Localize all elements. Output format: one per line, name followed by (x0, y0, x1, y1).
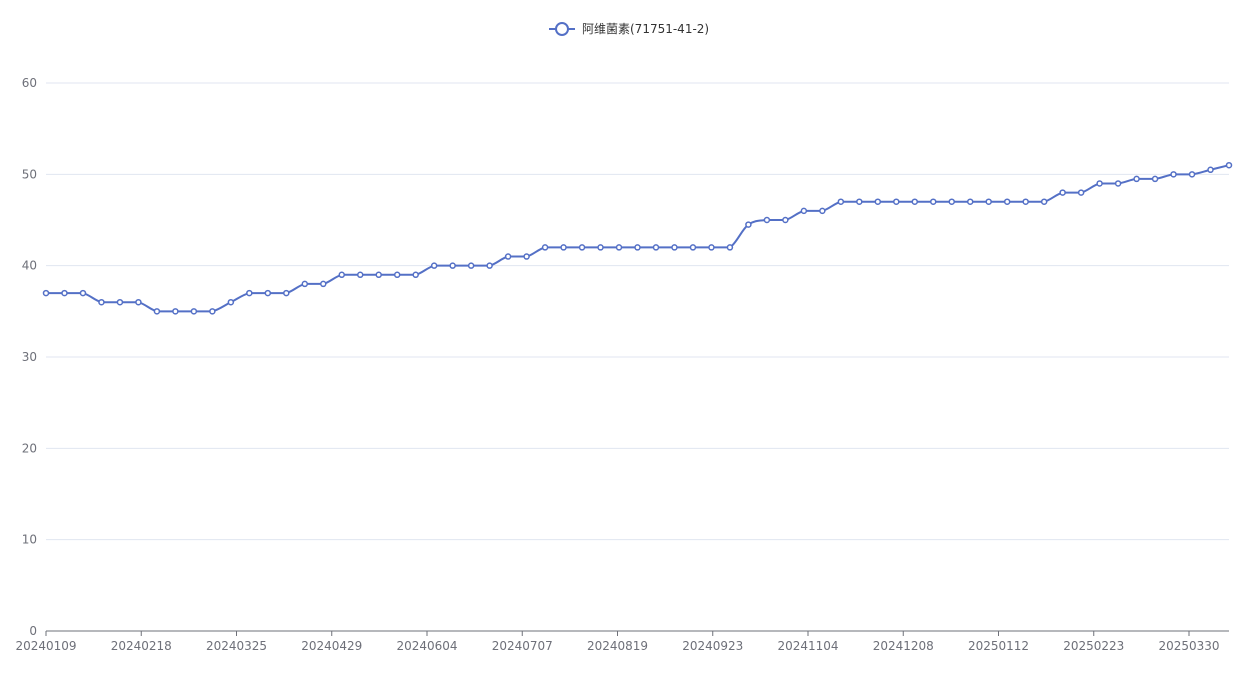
y-tick-label: 30 (22, 350, 37, 364)
y-tick-label: 60 (22, 76, 37, 90)
data-point[interactable] (819, 207, 826, 215)
y-axis: 0 10 20 30 40 50 60 (22, 76, 37, 638)
data-point[interactable] (430, 262, 438, 269)
y-tick-label: 0 (29, 624, 37, 638)
data-point[interactable] (1170, 171, 1177, 178)
x-tick-label: 20250223 (1063, 639, 1124, 653)
data-point[interactable] (246, 289, 253, 297)
data-point[interactable] (264, 289, 272, 297)
x-tick-label: 20240429 (301, 639, 362, 653)
data-point[interactable] (1151, 175, 1159, 183)
data-point[interactable] (874, 198, 882, 205)
x-tick-label: 20240923 (682, 639, 743, 653)
y-tick-label: 40 (22, 259, 37, 273)
data-point[interactable] (1077, 189, 1085, 196)
data-point[interactable] (393, 271, 401, 279)
data-point[interactable] (856, 198, 863, 205)
data-point[interactable] (116, 298, 124, 306)
legend-circle-icon (555, 22, 569, 36)
data-point[interactable] (153, 308, 161, 315)
data-point[interactable] (1225, 161, 1233, 169)
data-point[interactable] (911, 198, 919, 205)
data-point[interactable] (745, 221, 752, 228)
data-point[interactable] (837, 198, 845, 205)
data-point[interactable] (689, 244, 697, 251)
data-point[interactable] (1188, 171, 1196, 178)
data-point[interactable] (893, 198, 900, 205)
data-point[interactable] (763, 216, 771, 224)
data-point[interactable] (1040, 198, 1048, 205)
data-point[interactable] (634, 244, 641, 251)
data-point[interactable] (504, 253, 512, 260)
line-chart: 阿维菌素(71751-41-2) 0102030405060 20240109 2… (15, 22, 1233, 653)
data-point[interactable] (966, 198, 974, 205)
data-point[interactable] (283, 289, 290, 297)
data-point[interactable] (578, 244, 586, 251)
data-point[interactable] (467, 262, 475, 269)
series-group (42, 161, 1233, 315)
x-tick-label: 20240707 (492, 639, 553, 653)
data-point[interactable] (412, 271, 419, 279)
data-point[interactable] (135, 298, 142, 306)
data-point[interactable] (301, 280, 309, 288)
data-point[interactable] (449, 262, 456, 269)
series-line (46, 164, 1230, 313)
y-tick-label: 50 (22, 167, 37, 181)
data-point[interactable] (597, 244, 604, 251)
data-point[interactable] (782, 216, 789, 224)
x-axis: 20240109 20240218 20240325 20240429 20240604… (15, 630, 1229, 653)
data-point[interactable] (1133, 175, 1140, 183)
data-point[interactable] (1114, 180, 1122, 187)
data-point[interactable] (172, 308, 179, 315)
data-point[interactable] (98, 298, 105, 306)
data-point[interactable] (1059, 189, 1066, 196)
data-point[interactable] (1022, 198, 1029, 205)
x-tick-label: 20240218 (111, 639, 172, 653)
data-point[interactable] (42, 289, 50, 297)
x-tick-label: 20240604 (396, 639, 457, 653)
data-point[interactable] (375, 271, 382, 279)
data-point[interactable] (948, 198, 955, 205)
x-tick-label: 20241208 (873, 639, 934, 653)
data-point[interactable] (671, 244, 678, 251)
data-point[interactable] (79, 289, 87, 297)
x-tick-label: 20240819 (587, 639, 648, 653)
data-point[interactable] (1207, 166, 1214, 174)
data-point[interactable] (190, 308, 198, 315)
data-point[interactable] (615, 244, 623, 251)
gridlines (46, 82, 1229, 541)
data-point[interactable] (652, 244, 660, 251)
data-point[interactable] (560, 244, 567, 251)
data-point[interactable] (541, 244, 549, 251)
x-tick-label: 20250330 (1158, 639, 1219, 653)
x-tick-label: 20250112 (968, 639, 1029, 653)
x-tick-label: 20240109 (15, 639, 76, 653)
data-point[interactable] (726, 244, 734, 251)
data-point[interactable] (61, 289, 68, 297)
x-tick-label: 20240325 (206, 639, 267, 653)
data-point[interactable] (1096, 180, 1103, 187)
chart-container: 阿维菌素(71751-41-2) 0 10 20 30 40 50 60 20240109 2… (0, 0, 1252, 674)
data-point[interactable] (209, 308, 216, 315)
data-point[interactable] (356, 271, 364, 279)
legend[interactable]: 阿维菌素(71751-41-2) (549, 22, 709, 36)
data-point[interactable] (708, 244, 715, 251)
data-point[interactable] (338, 271, 345, 279)
data-point[interactable] (486, 262, 493, 269)
y-tick-label: 10 (22, 533, 37, 547)
data-point[interactable] (800, 207, 808, 215)
legend-label: 阿维菌素(71751-41-2) (582, 22, 709, 36)
data-point[interactable] (985, 198, 992, 205)
data-point[interactable] (1003, 198, 1011, 205)
data-point[interactable] (320, 280, 327, 288)
data-point[interactable] (930, 198, 937, 205)
data-point[interactable] (227, 298, 235, 306)
data-point[interactable] (523, 253, 530, 260)
x-tick-label: 20241104 (777, 639, 838, 653)
y-tick-label: 20 (22, 441, 37, 455)
